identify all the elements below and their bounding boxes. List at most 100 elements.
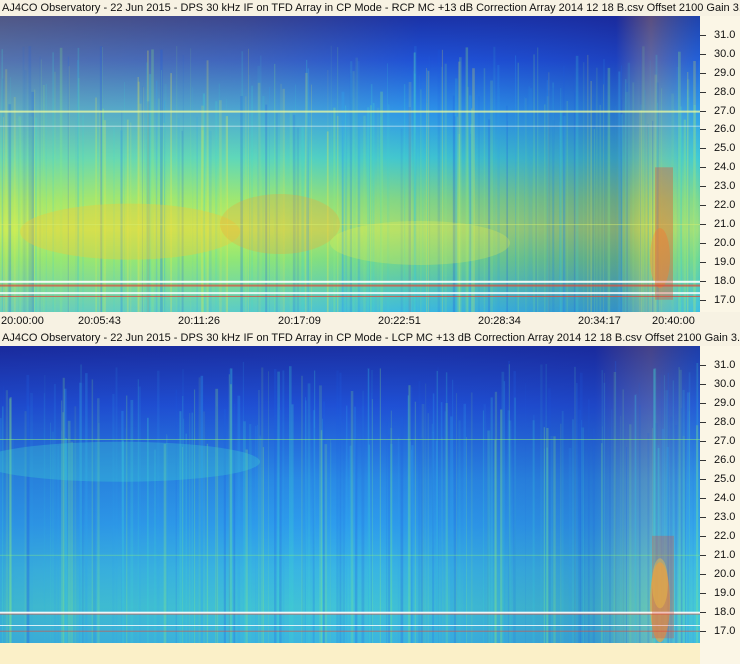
rcp-panel-title: AJ4CO Observatory - 22 Jun 2015 - DPS 30… [0,0,740,16]
noise-streak [413,71,416,312]
noise-streak [515,55,517,312]
y-tick-label: 24.0 [714,491,736,504]
noise-streak [274,369,277,643]
noise-streak [587,399,590,643]
noise-streak [493,46,496,312]
noise-streak [547,90,551,312]
noise-streak [500,409,503,643]
noise-streak [601,370,603,643]
noise-streak [346,405,348,643]
noise-streak [548,388,551,643]
x-tick-label: 20:11:26 [178,315,221,327]
noise-streak [2,406,4,643]
noise-streak [634,394,638,643]
noise-streak [465,47,469,312]
noise-streak [24,411,27,643]
noise-streak [483,68,486,312]
y-tick-mark [700,129,706,131]
noise-streak [112,393,115,643]
noise-streak [233,409,235,643]
noise-streak [59,47,63,312]
interference-line [0,292,700,295]
y-tick-mark [700,261,706,263]
lcp-spectrogram [0,346,700,643]
x-tick-label: 20:40:00 [652,315,695,327]
noise-streak [339,372,342,643]
noise-streak [632,82,635,312]
noise-streak [649,60,651,312]
noise-streak [593,128,595,312]
noise-streak [311,84,312,312]
y-tick-label: 23.0 [714,510,736,523]
noise-streak [625,79,627,312]
noise-streak [647,433,650,643]
noise-streak [629,424,632,643]
noise-streak [574,366,576,643]
y-tick-mark [700,383,706,385]
noise-streak [291,404,294,643]
noise-streak [282,370,285,643]
noise-streak [53,383,56,643]
y-tick-label: 27.0 [714,104,736,117]
noise-streak [257,424,258,643]
noise-streak [467,121,469,312]
lcp-frequency-axis: 31.0 30.0 29.0 28.0 27.0 26.0 25.0 24.0 23.0 22.0… [700,346,740,643]
noise-streak [525,383,526,643]
noise-streak [490,80,493,312]
y-tick-mark [700,611,706,613]
noise-streak [514,397,516,643]
y-tick-label: 28.0 [714,415,736,428]
noise-streak [369,125,370,312]
noise-streak [426,68,427,312]
noise-streak [620,416,622,643]
noise-streak [572,419,574,643]
noise-streak [54,71,56,312]
noise-streak [312,392,314,643]
noise-streak [342,418,346,643]
y-tick-mark [700,224,706,226]
noise-streak [192,87,194,312]
y-tick-label: 23.0 [714,180,736,193]
noise-streak [146,62,148,312]
noise-streak [372,102,375,312]
y-tick-label: 17.0 [714,624,736,637]
noise-streak [31,91,34,312]
y-tick-label: 19.0 [714,586,736,599]
lcp-panel-title: AJ4CO Observatory - 22 Jun 2015 - DPS 30… [0,330,740,346]
noise-streak [39,56,41,312]
noise-streak [533,414,535,643]
y-tick-label: 20.0 [714,236,736,249]
y-tick-label: 30.0 [714,377,736,390]
y-tick-mark [700,402,706,404]
noise-streak [142,87,145,312]
y-tick-label: 18.0 [714,605,736,618]
y-tick-label: 29.0 [714,396,736,409]
noise-streak [390,427,393,643]
noise-streak [494,391,498,643]
noise-streak [587,54,589,312]
noise-streak [574,92,576,312]
noise-streak [289,366,292,643]
noise-streak [453,419,457,643]
noise-streak [42,85,45,312]
noise-streak [74,406,77,643]
noise-streak [400,417,404,643]
noise-streak [45,83,47,312]
burst [652,535,674,639]
noise-streak [592,428,595,643]
y-tick-mark [700,592,706,594]
noise-streak [444,63,447,312]
y-tick-label: 26.0 [714,453,736,466]
noise-streak [525,98,527,312]
noise-streak [627,62,631,312]
y-tick-mark [700,516,706,518]
noise-streak [490,397,493,643]
x-tick-label: 20:00:00 [1,315,44,327]
noise-streak [524,97,526,312]
noise-streak [482,410,484,643]
noise-streak [428,55,431,312]
noise-streak [400,128,403,312]
noise-streak [82,383,84,643]
interference-line [0,554,700,556]
y-tick-mark [700,186,706,188]
